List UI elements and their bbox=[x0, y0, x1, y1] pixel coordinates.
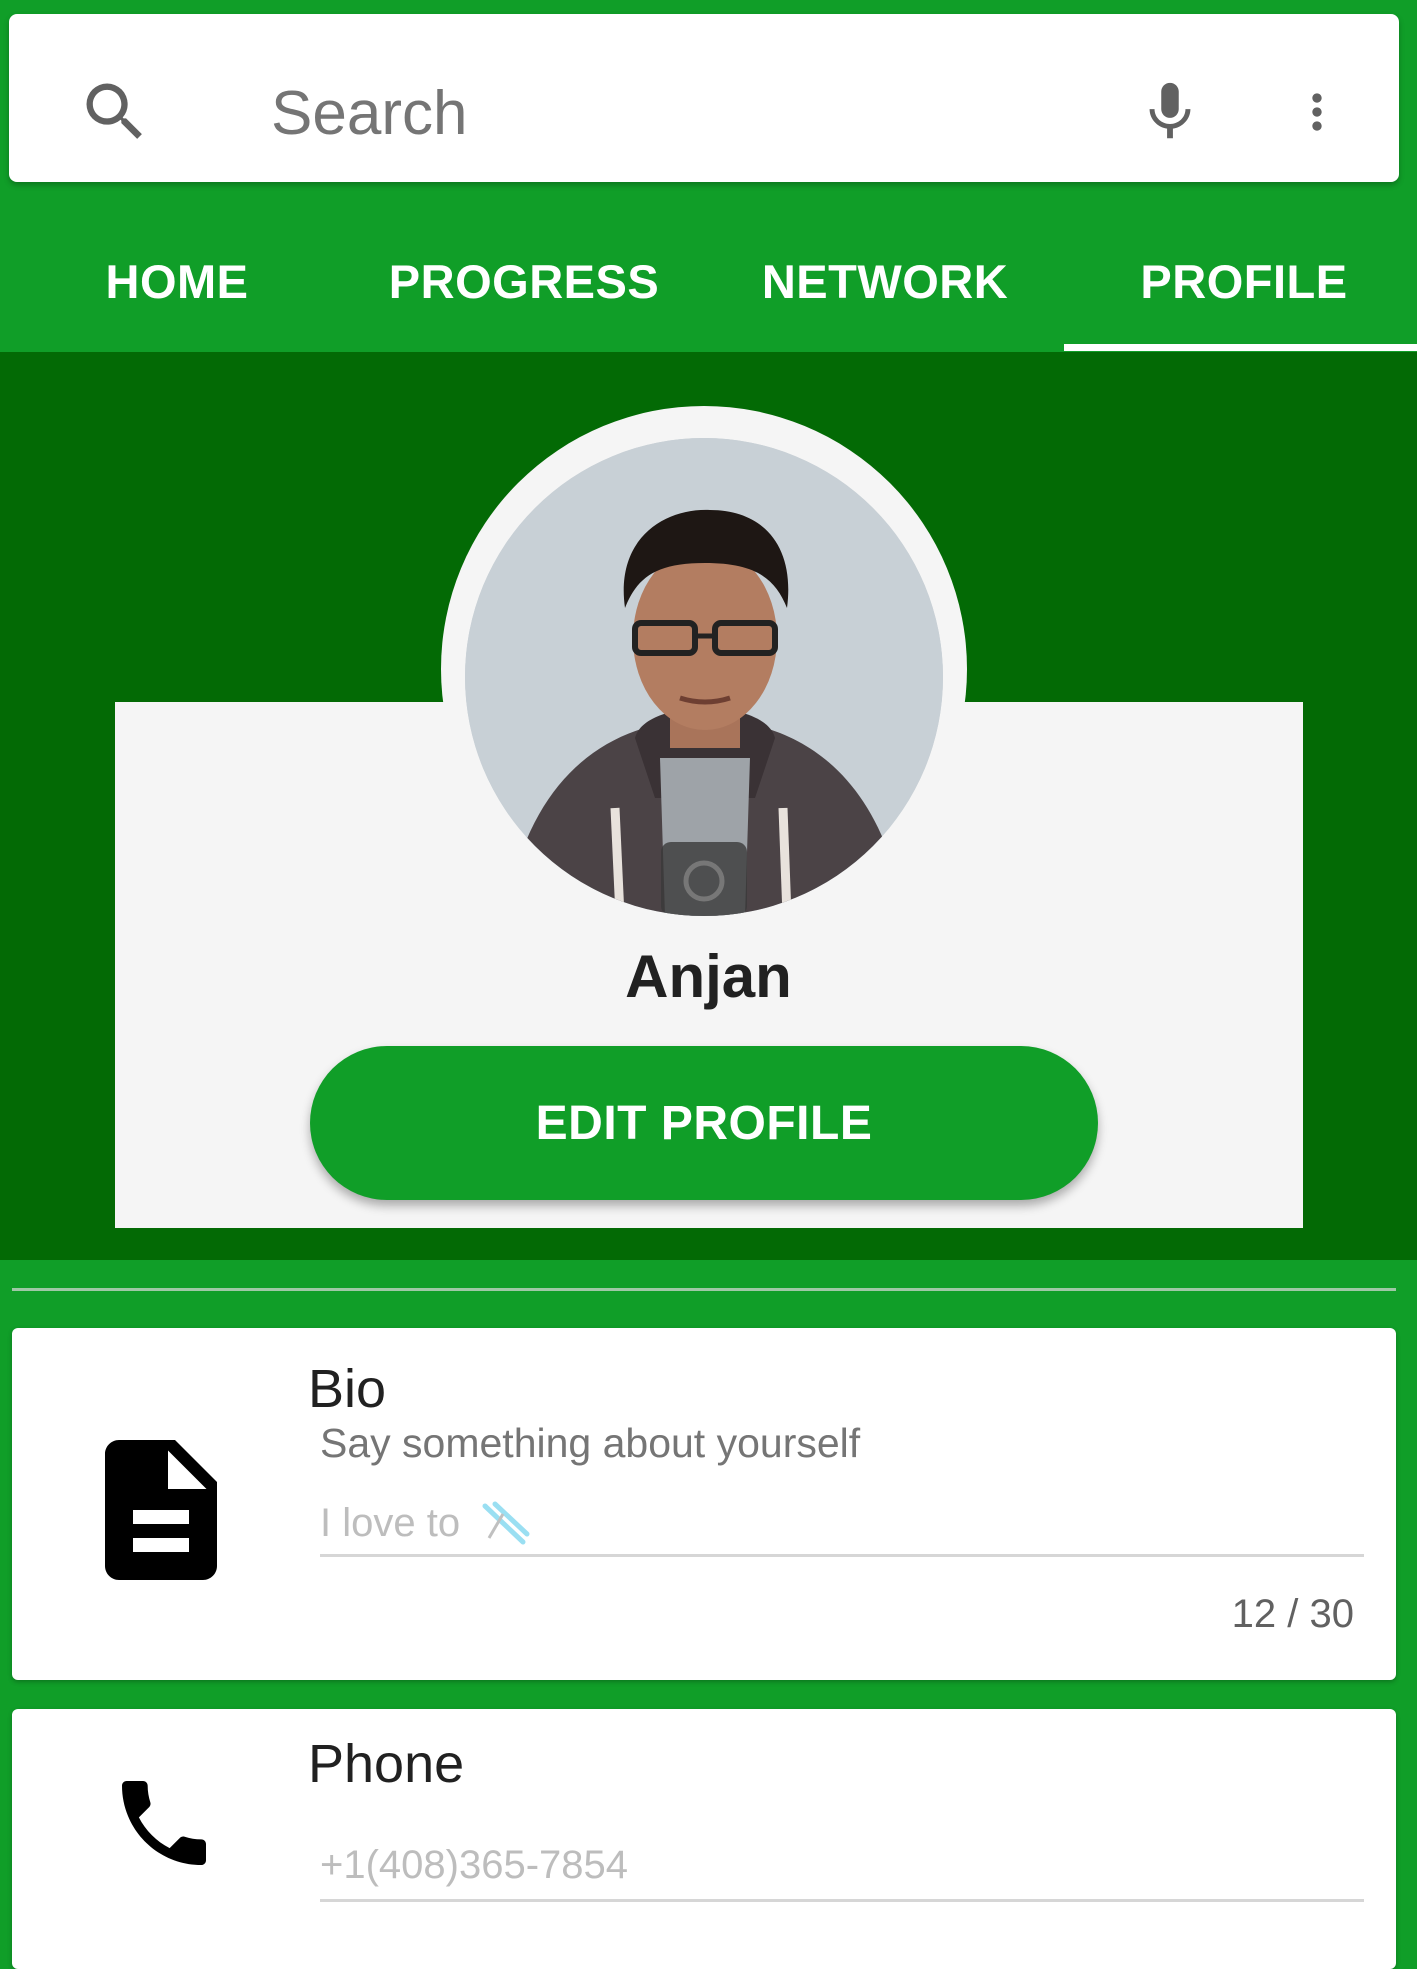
search-bar[interactable]: Search bbox=[9, 14, 1399, 182]
tab-bar: HOME PROGRESS NETWORK PROFILE bbox=[0, 210, 1417, 352]
tab-progress[interactable]: PROGRESS bbox=[347, 210, 701, 352]
phone-underline bbox=[320, 1899, 1364, 1902]
bio-char-counter: 12 / 30 bbox=[1231, 1592, 1354, 1636]
tab-network[interactable]: NETWORK bbox=[708, 210, 1062, 352]
phone-icon bbox=[122, 1781, 206, 1865]
phone-title: Phone bbox=[308, 1734, 465, 1794]
bio-card: Bio Say something about yourself I love … bbox=[12, 1328, 1396, 1680]
section-divider bbox=[12, 1288, 1396, 1291]
bio-underline bbox=[320, 1554, 1364, 1557]
profile-header: Anjan EDIT PROFILE bbox=[0, 352, 1417, 1260]
avatar[interactable] bbox=[465, 438, 943, 916]
search-icon[interactable] bbox=[77, 74, 153, 150]
search-input[interactable]: Search bbox=[271, 78, 467, 149]
phone-input[interactable]: +1(408)365-7854 bbox=[320, 1843, 628, 1888]
tab-home[interactable]: HOME bbox=[0, 210, 354, 352]
bio-value: I love to bbox=[320, 1501, 461, 1545]
tab-profile[interactable]: PROFILE bbox=[1067, 210, 1417, 352]
bio-hint: Say something about yourself bbox=[320, 1420, 861, 1466]
edit-profile-button[interactable]: EDIT PROFILE bbox=[310, 1046, 1098, 1200]
mic-icon[interactable] bbox=[1135, 74, 1205, 150]
active-tab-indicator bbox=[1064, 344, 1417, 351]
more-vert-icon[interactable] bbox=[1289, 78, 1345, 146]
bio-input[interactable]: I love to bbox=[320, 1498, 531, 1546]
person-photo bbox=[465, 438, 943, 916]
bio-title: Bio bbox=[308, 1359, 387, 1419]
description-icon bbox=[105, 1440, 217, 1580]
ski-emoji bbox=[482, 1501, 530, 1545]
phone-card: Phone +1(408)365-7854 bbox=[12, 1709, 1396, 1969]
profile-name: Anjan bbox=[625, 943, 792, 1010]
